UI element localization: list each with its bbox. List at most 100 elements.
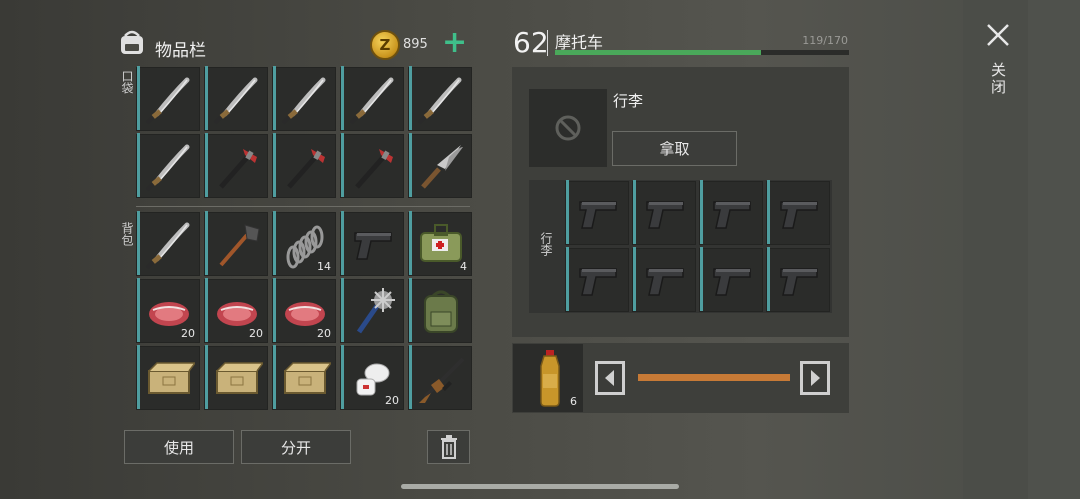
coin-icon: Z [370,30,400,60]
inventory-slot[interactable] [204,133,268,198]
inventory-slot[interactable] [340,211,404,276]
inventory-slot[interactable]: 20 [272,278,336,343]
pocket-label: 口袋 [120,70,134,94]
pistol-icon [579,201,617,229]
pickaxe-icon [219,149,257,189]
pistol-icon [579,268,617,296]
inventory-slot[interactable] [565,247,629,312]
inventory-slot[interactable] [272,66,336,131]
durability-bar [137,211,140,275]
durability-bar [767,180,770,244]
inventory-slot[interactable] [565,180,629,245]
machete-icon [145,144,190,192]
durability-bar [566,247,569,311]
item-quantity: 20 [385,394,399,407]
durability-bar [137,345,140,409]
inventory-slot[interactable] [408,278,472,343]
durability-bar [341,66,344,130]
durability-bar [273,278,276,342]
inventory-slot[interactable] [340,66,404,131]
durability-bar [409,345,412,409]
split-button[interactable]: 分开 [241,430,351,464]
durability-bar [273,211,276,275]
inventory-slot[interactable] [136,211,200,276]
inventory-slot[interactable] [699,247,763,312]
durability-bar [273,133,276,197]
increase-button[interactable] [800,361,830,395]
pistol-icon [713,268,751,296]
machete-icon [145,222,190,270]
durability-bar [205,278,208,342]
backpack-label: 背包 [120,222,134,246]
pickaxe-icon [287,149,325,189]
durability-bar [700,180,703,244]
inventory-slot[interactable] [340,133,404,198]
fuel-slot[interactable]: 6 [513,344,583,412]
section-divider [136,206,470,207]
luggage-side-label: 行李 [539,232,553,256]
inventory-slot[interactable] [272,345,336,410]
inventory-slot[interactable] [408,345,472,410]
vehicle-level: 62 [513,26,549,59]
close-button[interactable] [985,22,1011,48]
right-edge-strip [1028,0,1080,499]
add-coins-button[interactable]: + [442,28,468,58]
item-quantity: 4 [460,260,467,273]
inventory-slot[interactable]: 20 [340,345,404,410]
inventory-slot[interactable] [632,180,696,245]
durability-bar [205,211,208,275]
close-label[interactable]: 关闭 [988,62,1009,96]
item-quantity: 20 [181,327,195,340]
pistol-icon [646,201,684,229]
backpack-icon [116,26,148,58]
luggage-slot[interactable] [529,89,607,167]
durability-bar [767,247,770,311]
level-separator [547,30,548,56]
inventory-slot[interactable] [204,211,268,276]
inventory-slot[interactable]: 4 [408,211,472,276]
durability-bar [700,247,703,311]
pistol-icon [354,232,392,260]
inventory-slot[interactable] [766,180,830,245]
luggage-title: 行李 [613,92,644,110]
inventory-slot[interactable] [340,278,404,343]
inventory-slot[interactable] [136,66,200,131]
pistol-icon [646,268,684,296]
inventory-slot[interactable] [632,247,696,312]
take-button[interactable]: 拿取 [612,131,737,166]
durability-bar [341,133,344,197]
inventory-title: 物品栏 [155,41,206,61]
inventory-slot[interactable] [204,66,268,131]
capacity-bar [555,50,849,55]
inventory-slot[interactable] [136,345,200,410]
inventory-slot[interactable]: 20 [136,278,200,343]
durability-bar [409,66,412,130]
trash-button[interactable] [427,430,470,464]
machete-icon [145,77,190,125]
blocked-icon [555,115,581,141]
inventory-slot[interactable] [408,133,472,198]
inventory-slot[interactable] [699,180,763,245]
vehicle-capacity: 119/170 [802,34,848,47]
quantity-slider[interactable] [638,374,790,381]
trash-icon [440,435,457,459]
use-button[interactable]: 使用 [124,430,234,464]
inventory-slot[interactable] [204,345,268,410]
inventory-slot[interactable] [408,66,472,131]
inventory-slot[interactable] [272,133,336,198]
inventory-slot[interactable]: 14 [272,211,336,276]
durability-bar [137,66,140,130]
supply-box-icon [284,362,331,394]
inventory-slot[interactable] [136,133,200,198]
durability-bar [137,133,140,197]
arrow-left-icon [605,370,614,386]
home-indicator[interactable] [401,484,679,489]
inventory-slot[interactable] [766,247,830,312]
item-quantity: 14 [317,260,331,273]
machete-icon [349,77,394,125]
machete-icon [213,77,258,125]
supply-box-icon [216,362,263,394]
inventory-slot[interactable]: 20 [204,278,268,343]
decrease-button[interactable] [595,361,625,395]
item-quantity: 20 [249,327,263,340]
